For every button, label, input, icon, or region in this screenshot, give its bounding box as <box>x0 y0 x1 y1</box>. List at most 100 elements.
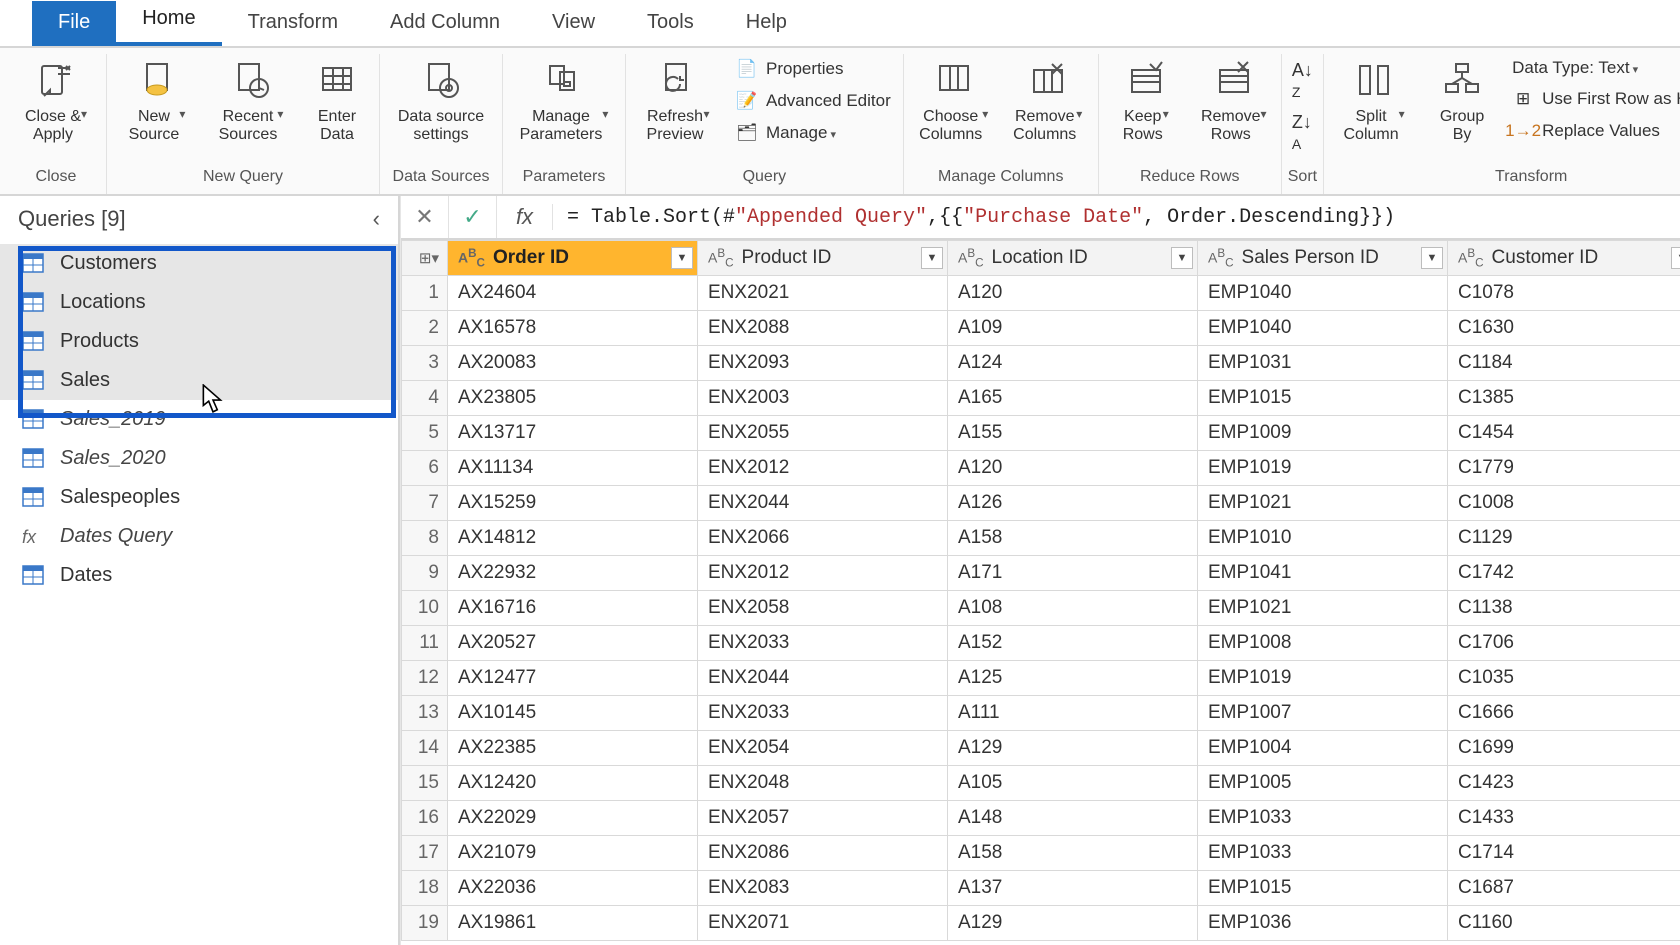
table-cell[interactable]: AX14812 <box>448 521 698 556</box>
table-cell[interactable]: A108 <box>948 591 1198 626</box>
column-filter-dropdown[interactable]: ▼ <box>921 247 943 269</box>
table-cell[interactable]: A171 <box>948 556 1198 591</box>
table-cell[interactable]: EMP1015 <box>1198 381 1448 416</box>
table-cell[interactable]: C1035 <box>1448 661 1680 696</box>
column-header-order-id[interactable]: ABCOrder ID▼ <box>448 241 698 276</box>
advanced-editor-button[interactable]: 📝Advanced Editor <box>730 88 897 114</box>
remove-columns-button[interactable]: Remove Columns <box>1004 54 1092 148</box>
table-cell[interactable]: ENX2044 <box>698 486 948 521</box>
table-cell[interactable]: AX15259 <box>448 486 698 521</box>
column-filter-dropdown[interactable]: ▼ <box>1671 247 1680 269</box>
row-number[interactable]: 1 <box>402 276 448 311</box>
table-row[interactable]: 18AX22036ENX2083A137EMP1015C1687 <box>402 871 1680 906</box>
table-row[interactable]: 3AX20083ENX2093A124EMP1031C1184 <box>402 346 1680 381</box>
table-cell[interactable]: AX20083 <box>448 346 698 381</box>
new-source-button[interactable]: New Source <box>113 54 201 148</box>
table-cell[interactable]: EMP1019 <box>1198 451 1448 486</box>
table-cell[interactable]: EMP1040 <box>1198 311 1448 346</box>
table-row[interactable]: 10AX16716ENX2058A108EMP1021C1138 <box>402 591 1680 626</box>
table-row[interactable]: 4AX23805ENX2003A165EMP1015C1385 <box>402 381 1680 416</box>
row-number[interactable]: 19 <box>402 906 448 941</box>
table-row[interactable]: 14AX22385ENX2054A129EMP1004C1699 <box>402 731 1680 766</box>
table-cell[interactable]: C1699 <box>1448 731 1680 766</box>
query-item-sales_2019[interactable]: Sales_2019 <box>0 400 398 439</box>
table-cell[interactable]: EMP1036 <box>1198 906 1448 941</box>
table-cell[interactable]: A120 <box>948 276 1198 311</box>
table-cell[interactable]: ENX2033 <box>698 696 948 731</box>
replace-values-button[interactable]: 1→2Replace Values <box>1506 118 1680 144</box>
column-filter-dropdown[interactable]: ▼ <box>1171 247 1193 269</box>
table-cell[interactable]: ENX2054 <box>698 731 948 766</box>
refresh-preview-button[interactable]: Refresh Preview <box>632 54 724 148</box>
table-cell[interactable]: AX13717 <box>448 416 698 451</box>
table-cell[interactable]: AX10145 <box>448 696 698 731</box>
table-cell[interactable]: AX19861 <box>448 906 698 941</box>
table-cell[interactable]: EMP1015 <box>1198 871 1448 906</box>
properties-button[interactable]: 📄Properties <box>730 56 897 82</box>
table-cell[interactable]: C1687 <box>1448 871 1680 906</box>
row-number[interactable]: 14 <box>402 731 448 766</box>
data-source-settings-button[interactable]: Data source settings <box>386 54 496 148</box>
table-cell[interactable]: AX22029 <box>448 801 698 836</box>
table-cell[interactable]: EMP1005 <box>1198 766 1448 801</box>
table-row[interactable]: 15AX12420ENX2048A105EMP1005C1423 <box>402 766 1680 801</box>
query-item-locations[interactable]: Locations <box>0 283 398 322</box>
query-item-sales_2020[interactable]: Sales_2020 <box>0 439 398 478</box>
query-item-sales[interactable]: Sales <box>0 361 398 400</box>
table-cell[interactable]: EMP1031 <box>1198 346 1448 381</box>
table-row[interactable]: 16AX22029ENX2057A148EMP1033C1433 <box>402 801 1680 836</box>
table-cell[interactable]: C1779 <box>1448 451 1680 486</box>
row-number[interactable]: 16 <box>402 801 448 836</box>
tab-view[interactable]: View <box>526 1 621 46</box>
table-cell[interactable]: A124 <box>948 346 1198 381</box>
table-row[interactable]: 19AX19861ENX2071A129EMP1036C1160 <box>402 906 1680 941</box>
table-cell[interactable]: ENX2055 <box>698 416 948 451</box>
column-filter-dropdown[interactable]: ▼ <box>671 247 693 269</box>
table-cell[interactable]: ENX2088 <box>698 311 948 346</box>
tab-file[interactable]: File <box>32 1 116 46</box>
row-number[interactable]: 13 <box>402 696 448 731</box>
table-cell[interactable]: ENX2003 <box>698 381 948 416</box>
row-number[interactable]: 12 <box>402 661 448 696</box>
table-cell[interactable]: ENX2093 <box>698 346 948 381</box>
sort-desc-button[interactable]: Z↓A <box>1292 112 1313 154</box>
table-cell[interactable]: A148 <box>948 801 1198 836</box>
collapse-panel-button[interactable]: ‹ <box>373 206 380 232</box>
table-select-all[interactable]: ⊞▾ <box>402 241 448 276</box>
table-cell[interactable]: A165 <box>948 381 1198 416</box>
formula-accept-button[interactable]: ✓ <box>449 196 497 238</box>
table-cell[interactable]: ENX2058 <box>698 591 948 626</box>
row-number[interactable]: 15 <box>402 766 448 801</box>
column-header-customer-id[interactable]: ABCCustomer ID▼ <box>1448 241 1680 276</box>
table-cell[interactable]: C1385 <box>1448 381 1680 416</box>
table-cell[interactable]: AX22036 <box>448 871 698 906</box>
table-cell[interactable]: A155 <box>948 416 1198 451</box>
table-row[interactable]: 13AX10145ENX2033A111EMP1007C1666 <box>402 696 1680 731</box>
row-number[interactable]: 11 <box>402 626 448 661</box>
table-cell[interactable]: ENX2012 <box>698 556 948 591</box>
table-cell[interactable]: C1706 <box>1448 626 1680 661</box>
tab-help[interactable]: Help <box>720 1 813 46</box>
table-row[interactable]: 6AX11134ENX2012A120EMP1019C1779 <box>402 451 1680 486</box>
sort-asc-button[interactable]: A↓Z <box>1292 60 1313 102</box>
column-header-location-id[interactable]: ABCLocation ID▼ <box>948 241 1198 276</box>
row-number[interactable]: 6 <box>402 451 448 486</box>
table-cell[interactable]: A126 <box>948 486 1198 521</box>
table-row[interactable]: 5AX13717ENX2055A155EMP1009C1454 <box>402 416 1680 451</box>
table-cell[interactable]: C1184 <box>1448 346 1680 381</box>
first-row-headers-button[interactable]: ⊞Use First Row as Heade <box>1506 86 1680 112</box>
table-row[interactable]: 1AX24604ENX2021A120EMP1040C1078 <box>402 276 1680 311</box>
table-row[interactable]: 2AX16578ENX2088A109EMP1040C1630 <box>402 311 1680 346</box>
split-column-button[interactable]: Split Column <box>1330 54 1418 148</box>
table-cell[interactable]: AX22385 <box>448 731 698 766</box>
table-cell[interactable]: C1423 <box>1448 766 1680 801</box>
query-item-dates-query[interactable]: fxDates Query <box>0 517 398 556</box>
tab-transform[interactable]: Transform <box>222 1 364 46</box>
table-cell[interactable]: EMP1021 <box>1198 591 1448 626</box>
table-cell[interactable]: AX16578 <box>448 311 698 346</box>
table-row[interactable]: 17AX21079ENX2086A158EMP1033C1714 <box>402 836 1680 871</box>
tab-tools[interactable]: Tools <box>621 1 720 46</box>
group-by-button[interactable]: Group By <box>1424 54 1500 148</box>
data-type-button[interactable]: Data Type: Text <box>1506 56 1680 80</box>
table-cell[interactable]: A137 <box>948 871 1198 906</box>
